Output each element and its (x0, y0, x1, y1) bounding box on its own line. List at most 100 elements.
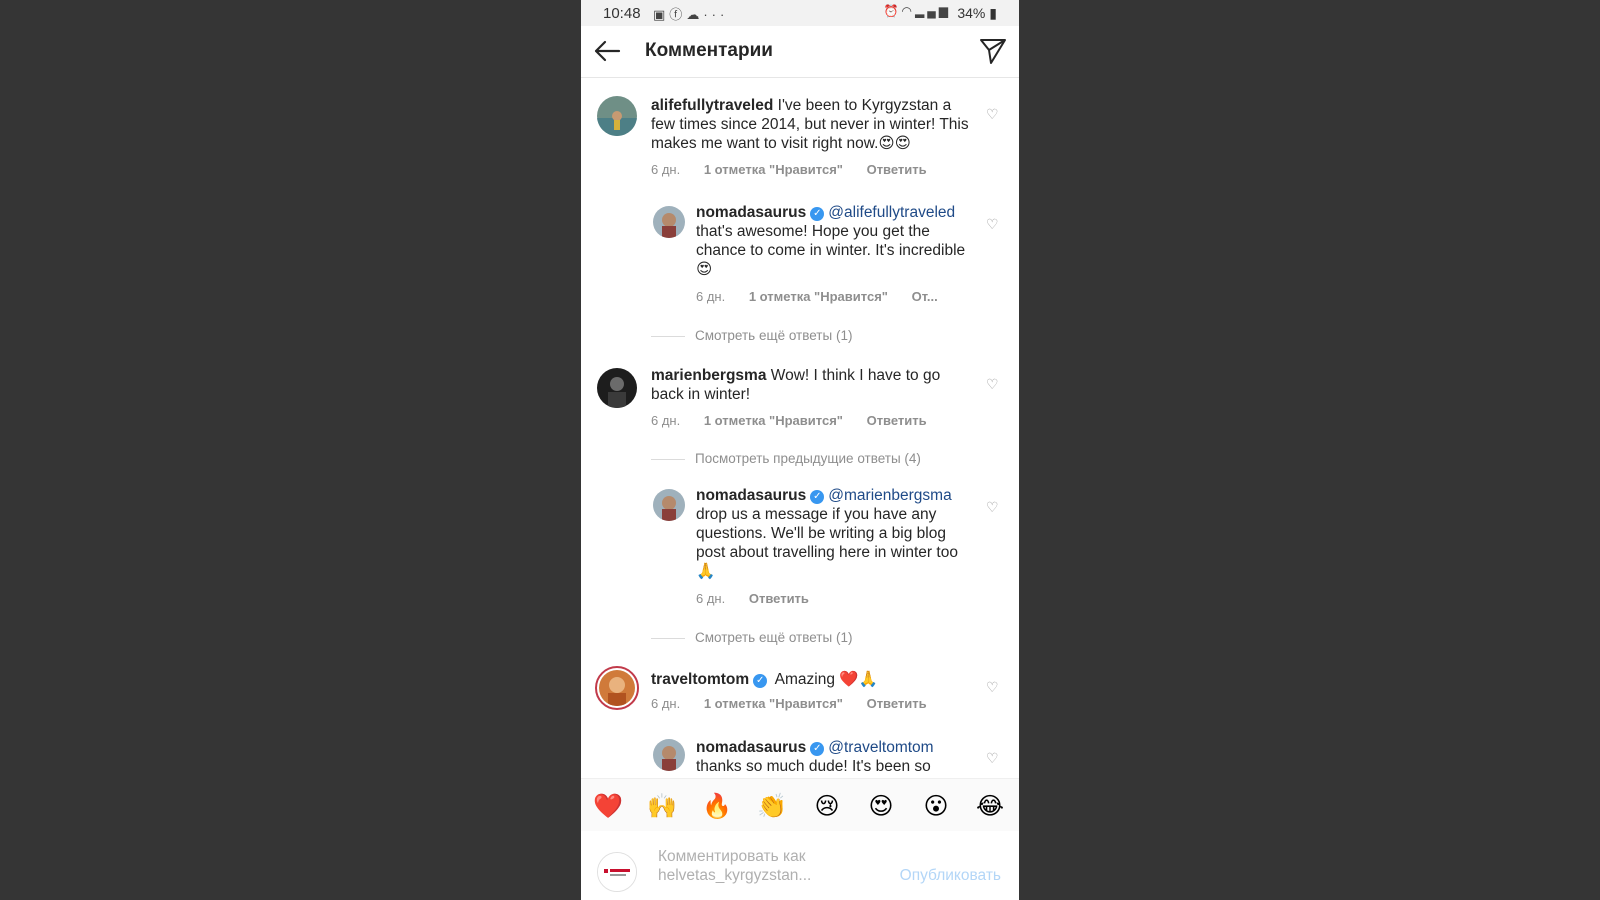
comment-message: Amazing ❤️🙏 (774, 671, 878, 688)
facebook-icon: ⓕ (669, 7, 687, 22)
battery-level: 34% (957, 5, 986, 21)
divider (651, 458, 685, 460)
comment-text: traveltomtom ✓ Amazing ❤️🙏 (651, 670, 973, 689)
wifi-icon: ◠ (901, 4, 916, 18)
current-user-avatar (597, 852, 637, 892)
helvetas-logo-icon (598, 853, 636, 891)
username[interactable]: marienbergsma (651, 367, 766, 384)
comment-meta: 6 дн. 1 отметка "Нравится" От... (696, 289, 958, 304)
reply-button[interactable]: Ответить (749, 591, 809, 606)
reply-button[interactable]: От... (912, 289, 938, 304)
emoji-surprised-button[interactable]: 😮 (921, 791, 951, 821)
publish-button[interactable]: Опубликовать (900, 867, 1001, 885)
mention-link[interactable]: @alifefullytraveled (828, 204, 955, 221)
comment-meta: 6 дн. Ответить (696, 591, 829, 606)
avatar-image (653, 206, 685, 238)
image-icon: ▣ (653, 7, 670, 22)
comment-age: 6 дн. (651, 696, 681, 711)
heart-icon[interactable]: ♡ (986, 107, 1000, 121)
paper-plane-icon[interactable] (979, 37, 1007, 65)
comment-meta: 6 дн. 1 отметка "Нравится" Ответить (651, 162, 947, 177)
comment-age: 6 дн. (651, 413, 681, 428)
page-title: Комментарии (645, 40, 773, 61)
comment-meta: 6 дн. 1 отметка "Нравится" Ответить (651, 413, 947, 428)
heart-icon[interactable]: ♡ (986, 217, 1000, 231)
emoji-heart-eyes-button[interactable]: 😍 (866, 791, 896, 821)
mention-link[interactable]: @marienbergsma (828, 487, 951, 504)
battery-icon: ▮ (989, 5, 997, 21)
emoji-laughing-button[interactable]: 😂 (975, 791, 1005, 821)
arrow-left-icon[interactable] (593, 39, 621, 63)
comment-message: drop us a message if you have any questi… (696, 506, 958, 580)
system-icons: ⏰◠▂▄▆ (884, 4, 951, 18)
comment-age: 6 дн. (696, 591, 726, 606)
username[interactable]: nomadasaurus (696, 204, 806, 221)
weather-icon: ☁ (686, 7, 704, 22)
emoji-crying-button[interactable]: 😢 (812, 791, 842, 821)
comment-text: nomadasaurus ✓ @marienbergsma drop us a me… (696, 486, 974, 581)
view-more-replies[interactable]: Смотреть ещё ответы (1) (651, 630, 852, 645)
divider (651, 335, 685, 337)
username[interactable]: alifefullytraveled (651, 97, 773, 114)
username[interactable]: traveltomtom (651, 671, 749, 688)
avatar-image (599, 670, 635, 706)
likes-count[interactable]: 1 отметка "Нравится" (704, 413, 843, 428)
verified-badge-icon: ✓ (810, 742, 825, 756)
comment-text: nomadasaurus ✓ @alifefullytraveled that's … (696, 203, 974, 279)
emoji-quick-bar: ❤️ 🙌 🔥 👏 😢 😍 😮 😂 (581, 778, 1019, 832)
comment-message: that's awesome! Hope you get the chance … (696, 223, 966, 278)
comment-list[interactable]: alifefullytraveled I've been to Kyrgyzst… (581, 78, 1019, 776)
avatar[interactable] (653, 206, 685, 238)
comment-age: 6 дн. (696, 289, 726, 304)
signal-icon: ▂▄▆ (915, 4, 951, 18)
reply-button[interactable]: Ответить (867, 696, 927, 711)
comment-composer: Комментировать как helvetas_kyrgyzstan..… (581, 831, 1019, 900)
verified-badge-icon: ✓ (753, 674, 768, 688)
heart-icon[interactable]: ♡ (986, 751, 1000, 765)
heart-icon[interactable]: ♡ (986, 377, 1000, 391)
avatar[interactable] (595, 666, 639, 710)
avatar[interactable] (653, 489, 685, 521)
verified-badge-icon: ✓ (810, 207, 825, 221)
avatar[interactable] (597, 96, 637, 136)
avatar-image (597, 96, 637, 136)
comments-header: Комментарии (581, 26, 1019, 78)
more-icon: ··· (703, 7, 729, 22)
comment-meta: 6 дн. 1 отметка "Нравится" Ответить (651, 696, 947, 711)
emoji-heart-button[interactable]: ❤️ (593, 791, 623, 821)
divider (651, 637, 685, 639)
comment-age: 6 дн. (651, 162, 681, 177)
comment-input[interactable]: Комментировать как helvetas_kyrgyzstan..… (658, 847, 848, 885)
likes-count[interactable]: 1 отметка "Нравится" (704, 162, 843, 177)
avatar-image (597, 368, 637, 408)
view-more-replies-label[interactable]: Смотреть ещё ответы (1) (695, 328, 852, 343)
emoji-fire-button[interactable]: 🔥 (702, 791, 732, 821)
phone-screen: 10:48 ▣ⓕ☁··· ⏰◠▂▄▆ 34% ▮ Комментарии ali… (581, 0, 1019, 900)
comment-text: marienbergsma Wow! I think I have to go … (651, 366, 973, 404)
username[interactable]: nomadasaurus (696, 739, 806, 756)
view-previous-replies[interactable]: Посмотреть предыдущие ответы (4) (651, 451, 921, 466)
notification-icons: ▣ⓕ☁··· (653, 4, 728, 23)
alarm-icon: ⏰ (883, 4, 902, 18)
avatar[interactable] (653, 739, 685, 771)
heart-icon[interactable]: ♡ (986, 500, 1000, 514)
verified-badge-icon: ✓ (810, 490, 825, 504)
heart-icon[interactable]: ♡ (986, 680, 1000, 694)
emoji-clap-button[interactable]: 👏 (757, 791, 787, 821)
avatar[interactable] (597, 368, 637, 408)
view-previous-replies-label[interactable]: Посмотреть предыдущие ответы (4) (695, 451, 921, 466)
likes-count[interactable]: 1 отметка "Нравится" (749, 289, 888, 304)
avatar-image (653, 489, 685, 521)
mention-link[interactable]: @traveltomtom (828, 739, 933, 756)
username[interactable]: nomadasaurus (696, 487, 806, 504)
view-more-replies[interactable]: Смотреть ещё ответы (1) (651, 328, 852, 343)
likes-count[interactable]: 1 отметка "Нравится" (704, 696, 843, 711)
comment-message: thanks so much dude! It's been so (696, 758, 931, 775)
view-more-replies-label[interactable]: Смотреть ещё ответы (1) (695, 630, 852, 645)
reply-button[interactable]: Ответить (867, 413, 927, 428)
comment-text: nomadasaurus ✓ @traveltomtom thanks so muc… (696, 738, 974, 776)
emoji-raised-hands-button[interactable]: 🙌 (647, 791, 677, 821)
battery-indicator: 34% ▮ (957, 5, 997, 22)
reply-button[interactable]: Ответить (867, 162, 927, 177)
avatar-image (653, 739, 685, 771)
